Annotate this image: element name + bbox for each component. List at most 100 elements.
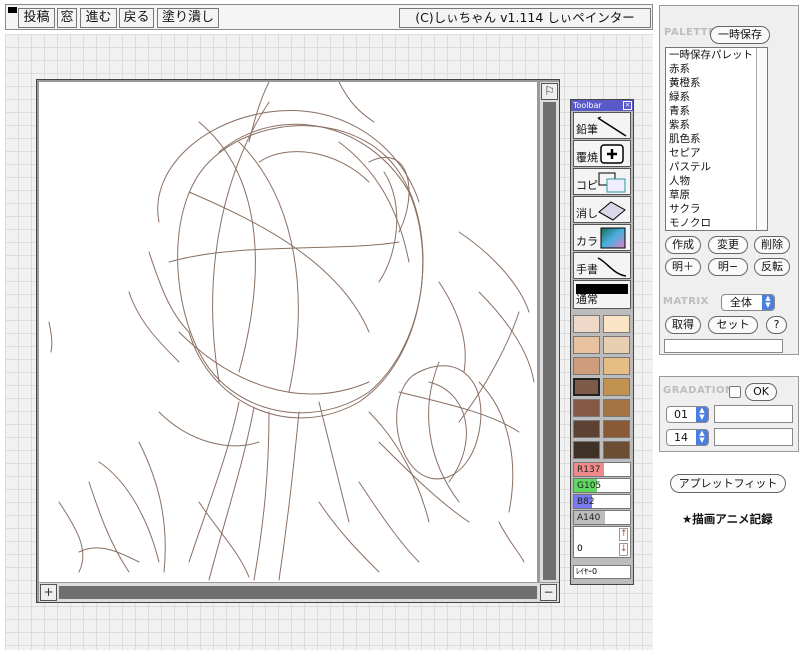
horizontal-scrollbar[interactable]: + −: [39, 583, 559, 602]
invert-button[interactable]: 反転: [754, 258, 790, 276]
color-swatch[interactable]: [603, 336, 630, 354]
slider-label: B82: [577, 497, 595, 507]
drawing-canvas[interactable]: [39, 81, 537, 582]
eraser-tool-button[interactable]: 消し: [573, 196, 631, 223]
zoom-in-icon[interactable]: +: [40, 584, 57, 601]
copy-icon: [598, 172, 626, 193]
slider-label: R137: [577, 465, 601, 475]
canvas-frame: ⚐ + −: [36, 79, 560, 603]
layer-name[interactable]: ﾚｲﾔｰ0: [573, 565, 631, 579]
palette-list-item[interactable]: 紫系: [666, 118, 767, 132]
brighten-button[interactable]: 明＋: [665, 258, 701, 276]
color-tool-button[interactable]: カラ: [573, 224, 631, 251]
gradation-field-1[interactable]: [714, 405, 793, 423]
color-swatch[interactable]: [603, 315, 630, 333]
layer-panel[interactable]: 0 ↑ ↓: [573, 526, 631, 558]
flag-icon[interactable]: ⚐: [541, 83, 558, 100]
temp-save-button[interactable]: 一時保存: [710, 26, 770, 44]
color-swatch[interactable]: [603, 441, 630, 459]
window-button[interactable]: 窓: [57, 8, 77, 28]
color-slider[interactable]: B82: [573, 494, 631, 509]
gradation-checkbox[interactable]: [729, 386, 741, 398]
close-icon[interactable]: ×: [623, 101, 632, 110]
color-gradient-icon: [600, 227, 626, 249]
menu-bar: 投稿 窓 進む 戻る 塗り潰し (C)しぃちゃん v1.114 しぃペインター: [5, 4, 653, 30]
zoom-out-icon[interactable]: −: [540, 584, 557, 601]
toolbar-window: Toolbar × 鉛筆 覆焼 コピ 消し カラ 手書 通常 R137 G105…: [570, 99, 634, 585]
create-palette-button[interactable]: 作成: [665, 236, 701, 254]
palette-list-item[interactable]: 草原: [666, 188, 767, 202]
gradation-field-2[interactable]: [714, 428, 793, 446]
delete-palette-button[interactable]: 削除: [754, 236, 790, 254]
palette-list-item[interactable]: 赤系: [666, 62, 767, 76]
palette-list-item[interactable]: 青系: [666, 104, 767, 118]
handwrite-tool-button[interactable]: 手書: [573, 252, 631, 279]
gradation-select-1-value: 01: [674, 408, 688, 421]
gradation-select-1[interactable]: 01 ▲ ▼: [666, 406, 709, 423]
applet-fit-button[interactable]: アプレットフィット: [670, 474, 786, 493]
blend-mode-button[interactable]: 通常: [573, 280, 631, 309]
color-swatch[interactable]: [573, 336, 600, 354]
color-slider[interactable]: R137: [573, 462, 631, 477]
palette-list-item[interactable]: サクラ: [666, 202, 767, 216]
toolbar-title[interactable]: Toolbar ×: [571, 100, 633, 111]
select-arrows-icon: ▲ ▼: [696, 407, 708, 422]
palette-list-item[interactable]: セピア: [666, 146, 767, 160]
layer-down-icon[interactable]: ↓: [619, 543, 628, 556]
slider-label: G105: [577, 481, 602, 491]
color-swatch[interactable]: [603, 399, 630, 417]
color-swatch[interactable]: [603, 357, 630, 375]
palette-list-item[interactable]: 人物: [666, 174, 767, 188]
palette-list-item[interactable]: 肌色系: [666, 132, 767, 146]
pencil-icon: [597, 116, 627, 137]
palette-list-item[interactable]: 緑系: [666, 90, 767, 104]
layer-up-icon[interactable]: ↑: [619, 528, 628, 541]
post-button[interactable]: 投稿: [18, 8, 55, 28]
matrix-select-value: 全体: [730, 296, 752, 309]
help-button[interactable]: ?: [766, 316, 787, 334]
palette-list-item[interactable]: パステル: [666, 160, 767, 174]
color-swatch[interactable]: [573, 378, 600, 396]
matrix-text-field[interactable]: [664, 339, 783, 353]
palette-list-scrollbar[interactable]: [756, 48, 767, 230]
dodge-tool-button[interactable]: 覆焼: [573, 140, 631, 167]
undo-button[interactable]: 戻る: [119, 8, 154, 28]
palette-list[interactable]: 一時保存パレット 赤系 黄橙系 緑系 青系 紫系 肌色系 セピア パステル 人物 草原 サクラ モノクロ: [665, 47, 768, 231]
palette-title: PALETTE: [664, 27, 716, 38]
change-palette-button[interactable]: 変更: [708, 236, 748, 254]
gradation-select-2[interactable]: 14 ▲ ▼: [666, 429, 709, 446]
palette-list-item[interactable]: 黄橙系: [666, 76, 767, 90]
color-swatch[interactable]: [573, 399, 600, 417]
slider-label: A140: [577, 513, 601, 523]
gradation-ok-button[interactable]: OK: [745, 383, 777, 401]
fill-button[interactable]: 塗り潰し: [157, 8, 219, 28]
copy-tool-button[interactable]: コピ: [573, 168, 631, 195]
eraser-icon: [598, 201, 626, 221]
darken-button[interactable]: 明−: [708, 258, 748, 276]
color-slider[interactable]: G105: [573, 478, 631, 493]
horizontal-scroll-track[interactable]: [59, 586, 537, 599]
gradation-panel: GRADATION OK 01 ▲ ▼ 14 ▲ ▼: [659, 376, 799, 452]
layer-index: 0: [577, 544, 583, 554]
matrix-select[interactable]: 全体 ▲ ▼: [721, 294, 775, 311]
draw-animation-record-link[interactable]: ★描画アニメ記録: [682, 511, 773, 527]
palette-list-item[interactable]: 一時保存パレット: [666, 48, 767, 62]
color-swatch[interactable]: [603, 378, 630, 396]
color-swatch[interactable]: [573, 441, 600, 459]
redo-button[interactable]: 進む: [80, 8, 117, 28]
color-swatch[interactable]: [573, 315, 600, 333]
color-swatch[interactable]: [573, 357, 600, 375]
color-swatch[interactable]: [573, 420, 600, 438]
vertical-scroll-track[interactable]: [543, 102, 556, 580]
get-matrix-button[interactable]: 取得: [665, 316, 701, 334]
vertical-scrollbar[interactable]: ⚐: [540, 82, 559, 582]
window-corner-mark: [8, 7, 17, 13]
palette-list-item[interactable]: モノクロ: [666, 216, 767, 230]
color-swatch[interactable]: [603, 420, 630, 438]
sketch-strokes: [48, 81, 535, 581]
toolbar-title-text: Toolbar: [573, 101, 602, 110]
pencil-tool-button[interactable]: 鉛筆: [573, 112, 631, 139]
set-matrix-button[interactable]: セット: [708, 316, 758, 334]
color-slider[interactable]: A140: [573, 510, 631, 525]
select-arrows-icon: ▲ ▼: [696, 430, 708, 445]
